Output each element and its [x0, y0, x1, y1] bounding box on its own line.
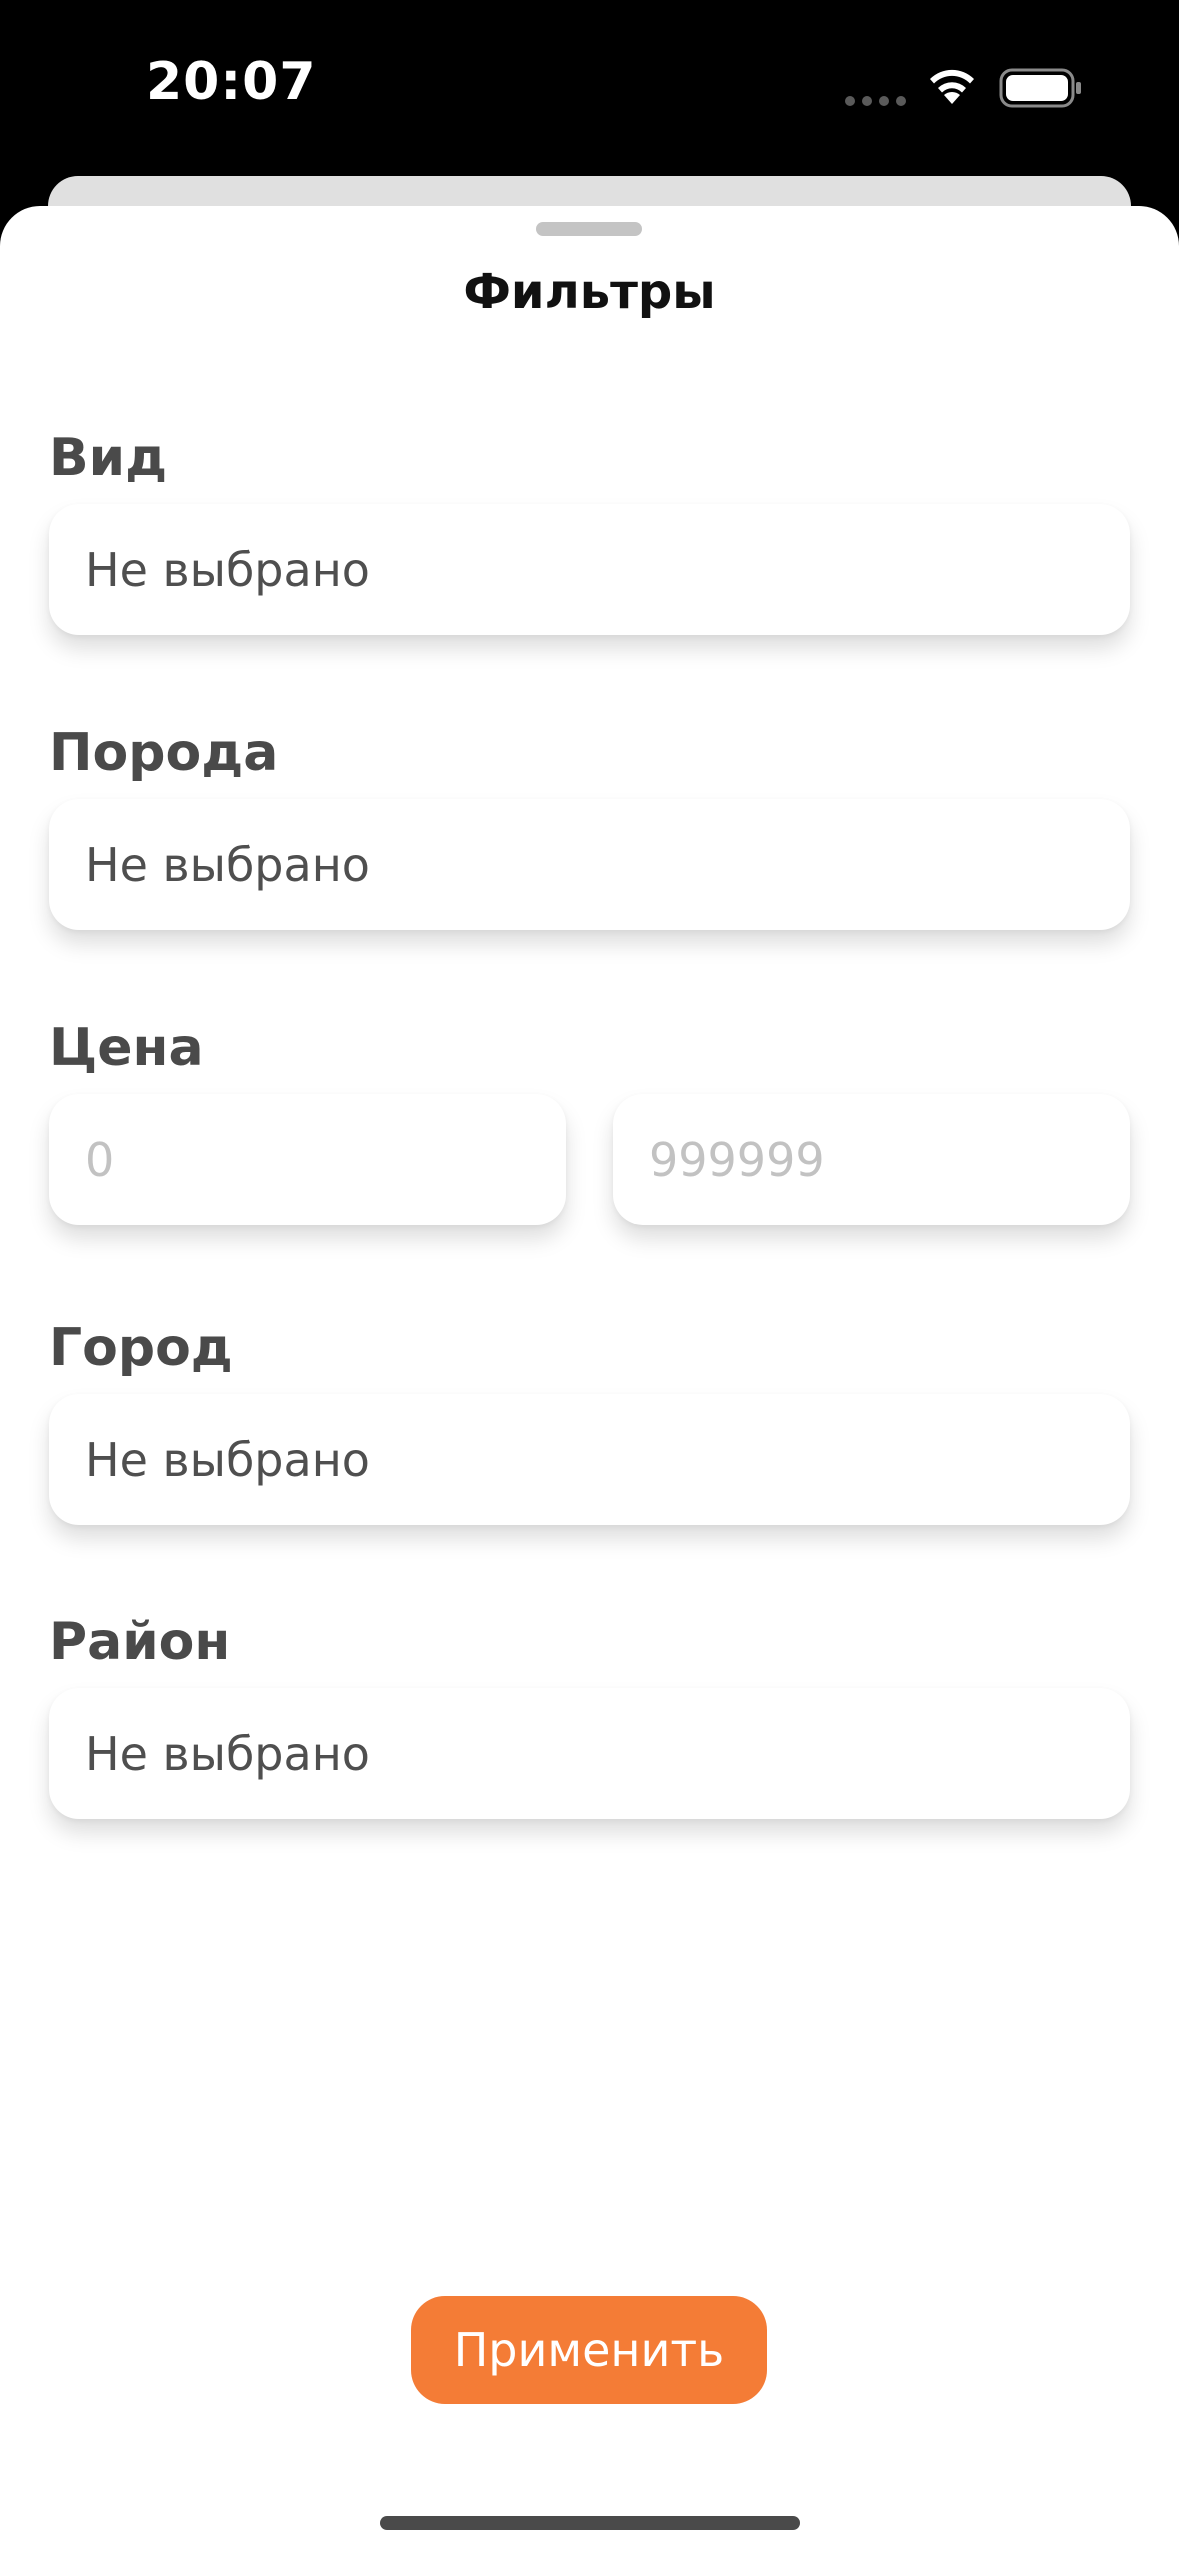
city-select[interactable]: Не выбрано: [49, 1394, 1130, 1525]
breed-select[interactable]: Не выбрано: [49, 799, 1130, 930]
district-label: Район: [49, 1612, 231, 1672]
price-min-input[interactable]: [85, 1132, 566, 1187]
district-select-value: Не выбрано: [85, 1726, 370, 1781]
price-min-field[interactable]: [49, 1094, 566, 1225]
city-select-value: Не выбрано: [85, 1432, 370, 1487]
status-bar: 20:07: [0, 0, 1179, 175]
price-max-input[interactable]: [649, 1132, 1130, 1187]
battery-icon: [999, 68, 1081, 108]
city-label: Город: [49, 1318, 233, 1378]
price-label: Цена: [49, 1018, 204, 1078]
filters-screen: 20:07 Фильтры Вид Не выбрано Порода Не в…: [0, 0, 1179, 2556]
wifi-icon: [930, 69, 974, 104]
kind-select-value: Не выбрано: [85, 542, 370, 597]
cellular-signal-icon: [845, 96, 907, 106]
home-indicator[interactable]: [380, 2516, 800, 2530]
breed-label: Порода: [49, 723, 279, 783]
apply-button[interactable]: Применить: [411, 2296, 767, 2404]
sheet-grabber[interactable]: [536, 222, 642, 236]
kind-label: Вид: [49, 428, 168, 488]
breed-select-value: Не выбрано: [85, 837, 370, 892]
sheet-title: Фильтры: [463, 264, 716, 320]
filters-sheet: Фильтры Вид Не выбрано Порода Не выбрано…: [0, 206, 1179, 2556]
kind-select[interactable]: Не выбрано: [49, 504, 1130, 635]
district-select[interactable]: Не выбрано: [49, 1688, 1130, 1819]
status-time: 20:07: [146, 52, 317, 112]
price-max-field[interactable]: [613, 1094, 1130, 1225]
